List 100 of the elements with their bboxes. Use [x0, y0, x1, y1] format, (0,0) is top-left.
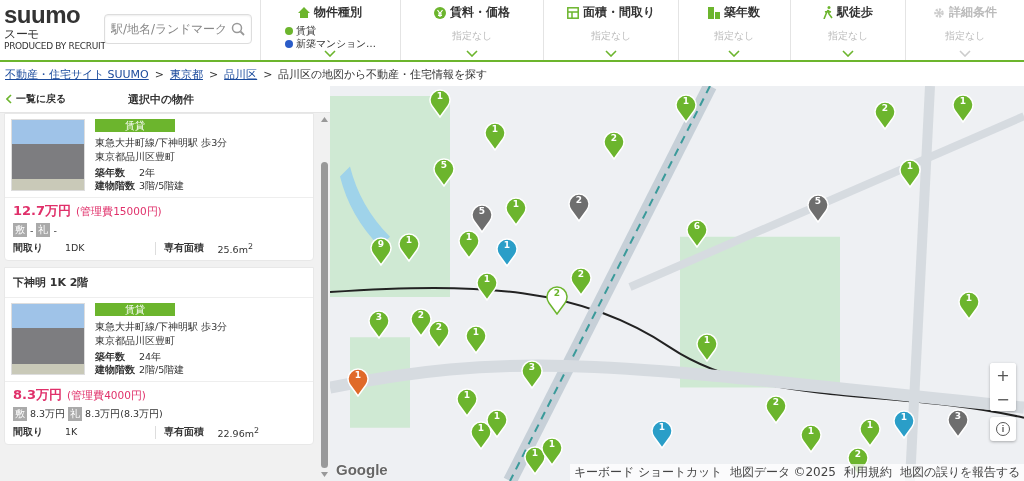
area-value: 25.6m$^{2}$	[217, 242, 253, 256]
rent-price: 8.3万円	[13, 386, 63, 405]
filter-label: 賃料・価格	[449, 4, 510, 21]
info-button[interactable]: i	[990, 417, 1016, 441]
map-marker[interactable]: 1	[899, 158, 921, 188]
chevron-left-icon	[6, 94, 12, 104]
map-marker[interactable]: 3	[521, 359, 543, 389]
chevron-down-icon	[324, 50, 337, 57]
map-footer-link[interactable]: 地図データ ©2025	[729, 464, 836, 481]
map-marker[interactable]: 1	[484, 121, 506, 151]
map-marker[interactable]: 1	[496, 237, 518, 267]
map-marker[interactable]: 1	[470, 420, 492, 450]
floors-label: 建物階数	[95, 180, 133, 192]
map-marker[interactable]: 1	[696, 332, 718, 362]
map-marker[interactable]: 1	[541, 436, 563, 466]
map[interactable]: 1 1 1 2 5 2 1 1 2 5 1 5 9 1 1 1 6 2 1 2 3 2 2 1 1 1 3 1 1 1 1 1 1 2 1 1 1 1 2 3 + − i Google キーボード ショートカット 地図データ ©2025 利用規約 地図の誤りを報告する	[330, 86, 1024, 481]
deposit-badge: 敷	[13, 223, 27, 237]
current-page-title: 品川区の地図から不動産・住宅情報を探す	[278, 66, 488, 82]
deposit-value: 8.3万円	[30, 407, 66, 421]
map-marker[interactable]: 1	[524, 445, 546, 475]
map-marker[interactable]: 1	[476, 271, 498, 301]
map-marker[interactable]: 1	[398, 232, 420, 262]
logo-kana: スーモ	[4, 28, 41, 41]
rent-tag: 賃貸	[95, 119, 175, 132]
map-marker[interactable]: 1	[675, 93, 697, 123]
address-text: 東京都品川区豊町	[95, 334, 176, 348]
area-label: 専有面積	[163, 242, 204, 255]
breadcrumb-separator: >	[263, 67, 273, 81]
floors-value: 2階/5階建	[139, 364, 185, 377]
map-marker[interactable]: 2	[570, 266, 592, 296]
filter-value: 賃貸	[284, 24, 316, 37]
breadcrumb-link[interactable]: 不動産・住宅サイト SUUMO	[5, 66, 149, 82]
search-icon	[231, 22, 245, 36]
floors-value: 3階/5階建	[139, 180, 185, 192]
filter-tab[interactable]: 物件種別 賃貸 新築マンション…	[260, 0, 400, 60]
map-marker[interactable]: 2	[428, 319, 450, 349]
management-fee: (管理費4000円)	[67, 389, 146, 404]
property-title: 下神明 1K 2階	[5, 268, 313, 299]
map-marker[interactable]: 6	[686, 218, 708, 248]
search-field[interactable]: 駅/地名/ランドマーク	[104, 14, 252, 44]
map-marker[interactable]: 5	[471, 203, 493, 233]
filter-label: 駅徒歩	[836, 4, 873, 21]
scroll-down-icon[interactable]	[320, 472, 328, 477]
key-money-value: 8.3万円(8.3万円)	[85, 407, 163, 421]
age-label: 築年数	[95, 167, 126, 179]
building-icon	[708, 6, 721, 19]
map-marker[interactable]: 1	[958, 290, 980, 320]
panel-title: 選択中の物件	[128, 91, 194, 107]
map-marker[interactable]: 1	[347, 367, 369, 397]
property-card[interactable]: 下神明 1K 2階 賃貸 東急大井町線/下神明駅 歩3分 東京都品川区豊町 築年数 24年 建物階数 2階/5階建 8.3万円 (管理費4000円) 敷 8.3万円 礼 8.3万円(8.3万円) 間取り 1K 専有面積 22.96m$^{2}$	[4, 267, 314, 446]
map-marker[interactable]: 2	[874, 100, 896, 130]
age-label: 築年数	[95, 351, 126, 364]
google-logo: Google	[336, 461, 388, 478]
map-marker[interactable]: 1	[456, 387, 478, 417]
house-icon	[298, 7, 311, 18]
address-text: 東京都品川区豊町	[95, 150, 176, 163]
breadcrumb-link[interactable]: 東京都	[169, 66, 203, 82]
scroll-up-icon[interactable]	[320, 117, 328, 122]
rent-tag: 賃貸	[95, 303, 175, 317]
age-value: 2年	[139, 167, 156, 179]
map-marker[interactable]: 3	[368, 309, 390, 339]
map-marker[interactable]: 2	[546, 285, 568, 315]
map-marker[interactable]: 9	[370, 236, 392, 266]
access-text: 東急大井町線/下神明駅 歩3分	[95, 136, 228, 149]
rent-price: 12.7万円	[13, 202, 72, 220]
map-marker[interactable]: 2	[603, 130, 625, 160]
management-fee: (管理費15000円)	[76, 205, 162, 219]
map-marker[interactable]: 2	[568, 192, 590, 222]
area-value: 22.96m$^{2}$	[217, 426, 259, 440]
map-marker[interactable]: 1	[893, 409, 915, 439]
filter-value: 新築マンション…	[284, 37, 376, 50]
chevron-down-icon	[958, 50, 971, 57]
map-marker[interactable]: 1	[486, 408, 508, 438]
map-marker[interactable]: 1	[800, 423, 822, 453]
property-card[interactable]: 賃貸 東急大井町線/下神明駅 歩3分 東京都品川区豊町 築年数 2年 建物階数 3階/5階建 12.7万円 (管理費15000円) 敷 - 礼 - 間取り 1DK 専有面積 25.6m$^{2}$	[4, 113, 314, 262]
zoom-out-button[interactable]: −	[990, 387, 1016, 411]
map-marker[interactable]: 2	[765, 394, 787, 424]
map-footer-link[interactable]: キーボード ショートカット	[573, 464, 722, 481]
map-marker[interactable]: 1	[651, 419, 673, 449]
map-marker[interactable]: 5	[807, 193, 829, 223]
zoom-in-button[interactable]: +	[990, 363, 1016, 387]
map-marker[interactable]: 1	[859, 417, 881, 447]
map-marker[interactable]: 1	[505, 196, 527, 226]
back-link[interactable]: 一覧に戻る	[6, 92, 128, 106]
map-marker[interactable]: 1	[458, 229, 480, 259]
breadcrumb-link[interactable]: 品川区	[224, 66, 258, 82]
map-marker[interactable]: 1	[465, 324, 487, 354]
area-label: 専有面積	[163, 426, 204, 440]
key-money-value: -	[53, 224, 57, 236]
map-marker[interactable]: 1	[429, 88, 451, 118]
logo[interactable]: suumo	[4, 2, 104, 28]
map-marker[interactable]: 1	[952, 93, 974, 123]
filter-label: 面積・間取り	[582, 4, 655, 21]
map-footer-link[interactable]: 地図の誤りを報告する	[900, 464, 1020, 481]
gear-icon	[932, 6, 945, 19]
map-marker[interactable]: 2	[410, 307, 432, 337]
map-marker[interactable]: 5	[433, 157, 455, 187]
chevron-down-icon	[728, 50, 741, 57]
deposit-value: -	[30, 224, 34, 236]
map-marker[interactable]: 3	[947, 408, 969, 438]
